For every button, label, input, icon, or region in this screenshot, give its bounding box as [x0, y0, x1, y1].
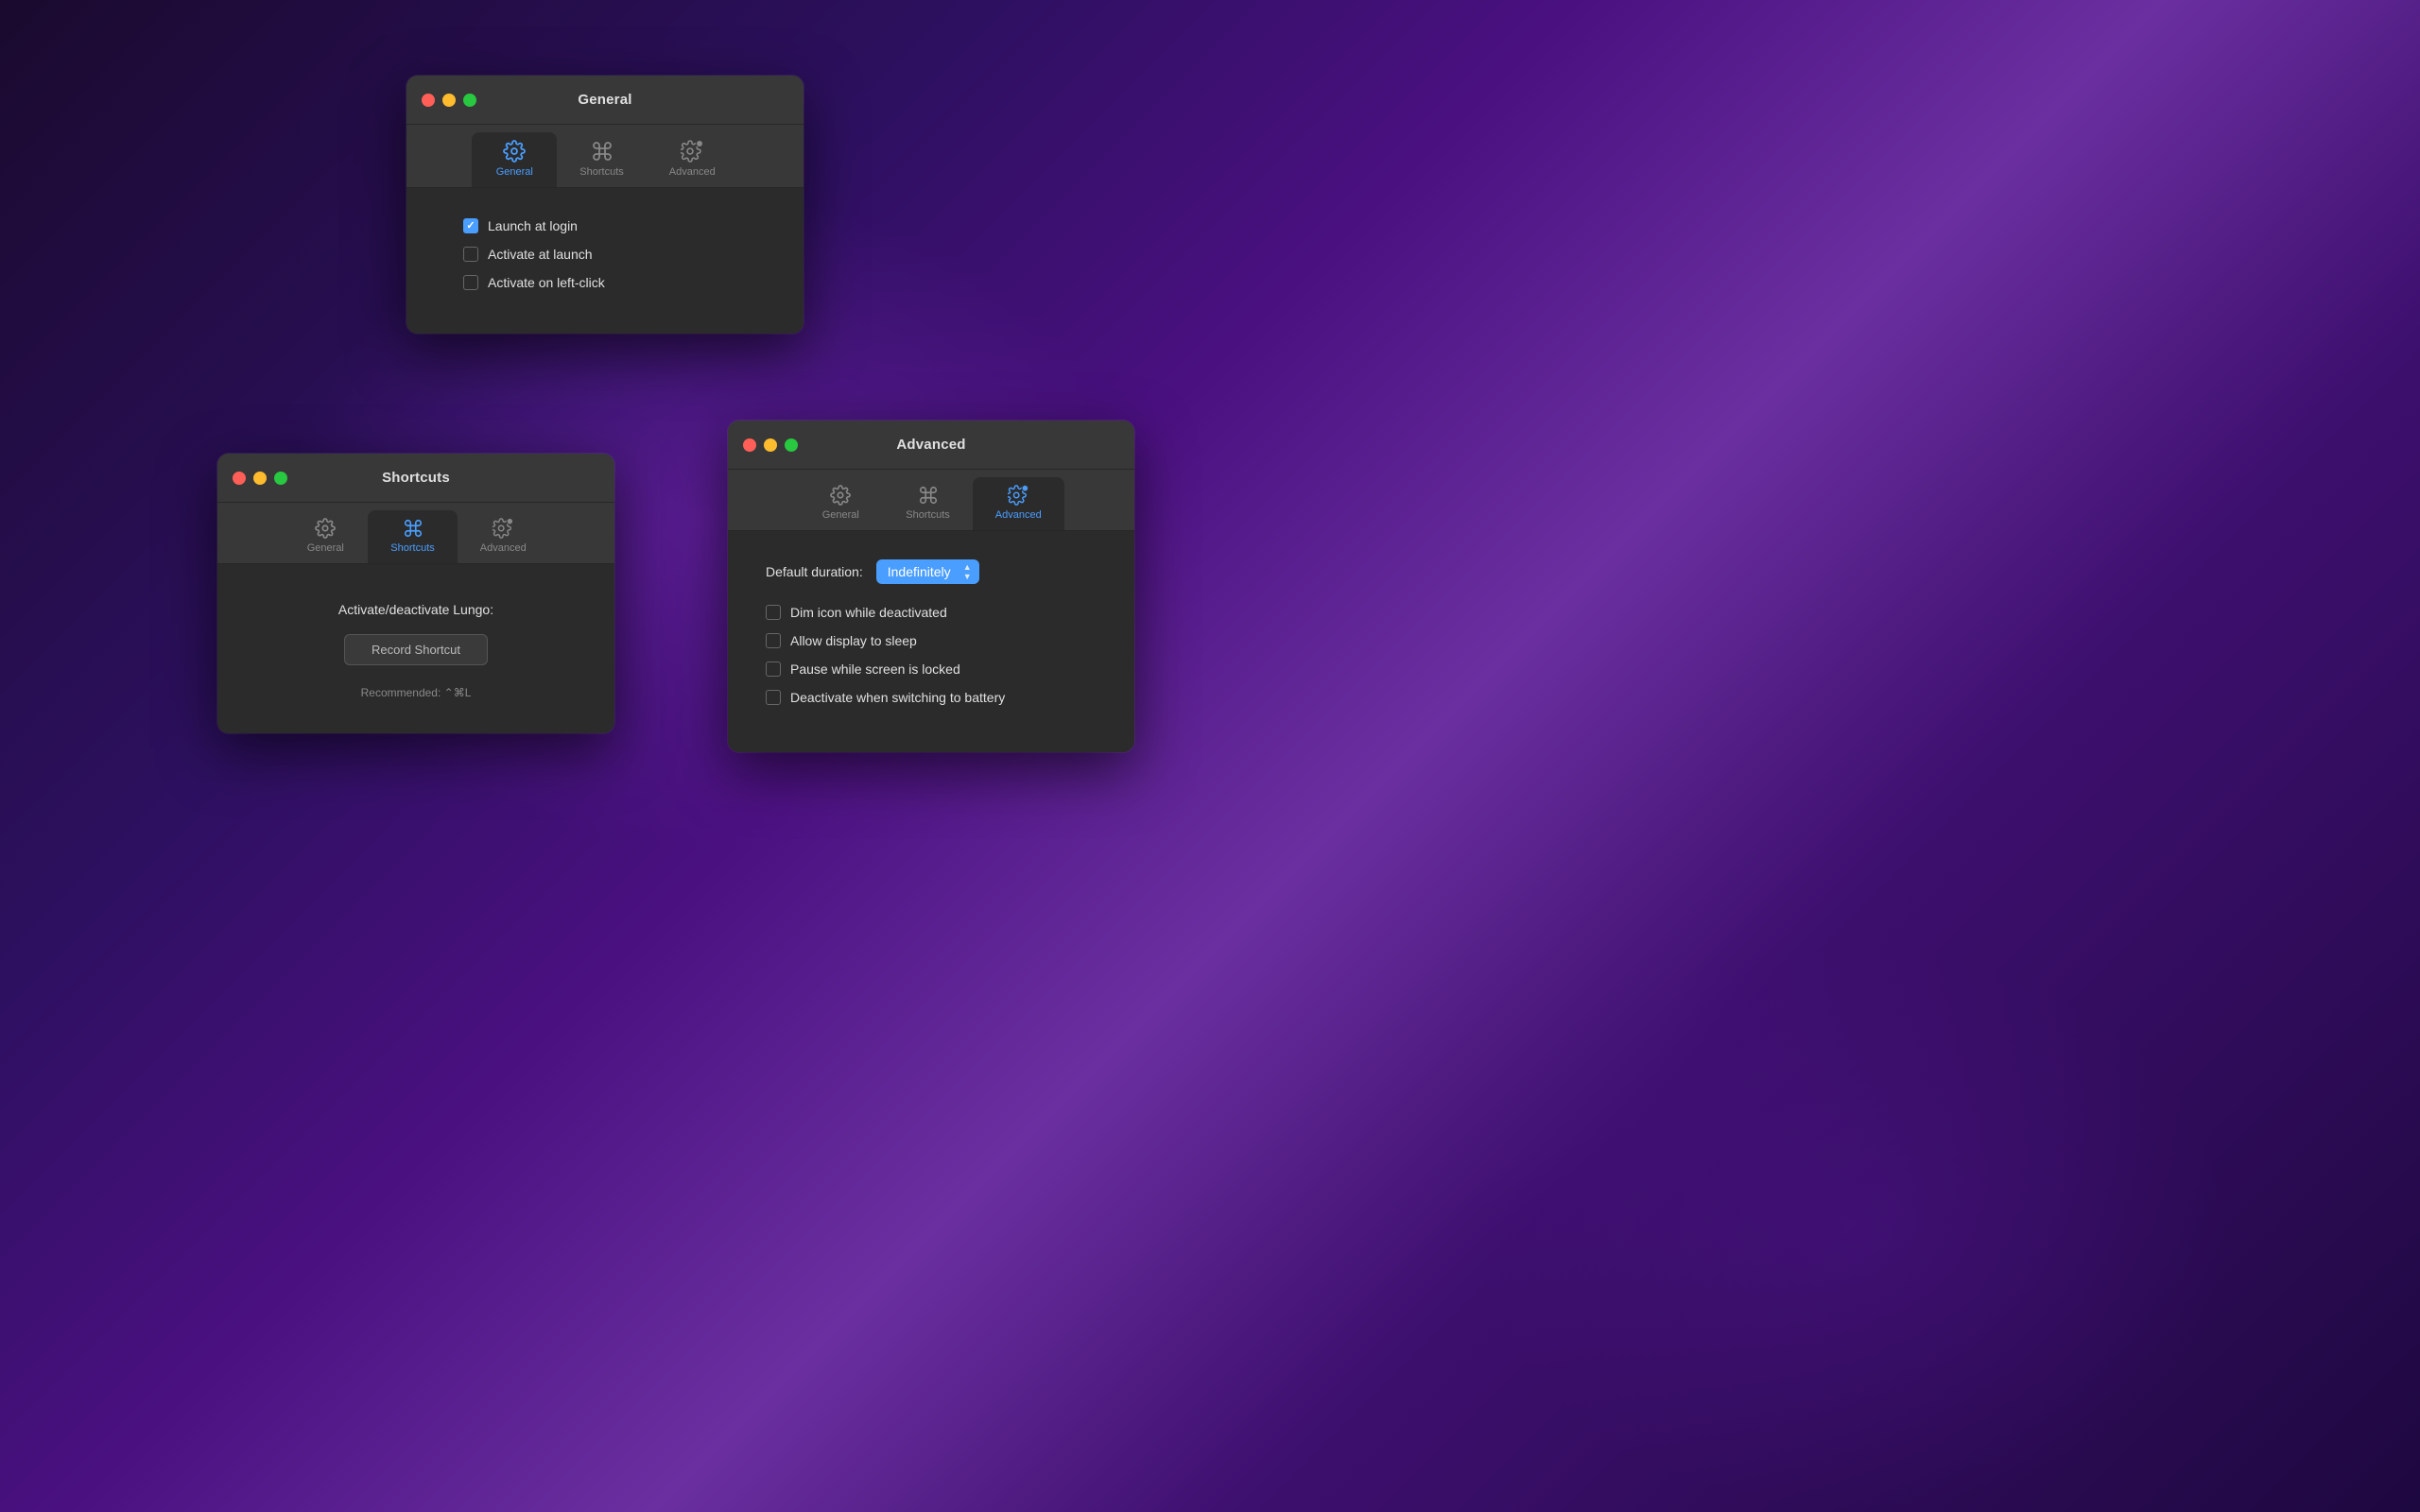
- duration-select[interactable]: Indefinitely ▲ ▼: [876, 559, 979, 584]
- activate-left-click-label: Activate on left-click: [488, 275, 605, 290]
- advanced-tab-bar: General Shortcuts Advanced: [728, 470, 1134, 531]
- close-button-shortcuts[interactable]: [233, 472, 246, 485]
- tab-general-advanced[interactable]: Advanced: [647, 132, 738, 187]
- command-icon-advanced: [918, 485, 939, 506]
- tab-shortcuts-general[interactable]: General: [283, 510, 368, 563]
- gear-icon-advanced: [830, 485, 851, 506]
- tab-general-shortcuts[interactable]: Shortcuts: [557, 132, 646, 187]
- deactivate-battery-label: Deactivate when switching to battery: [790, 690, 1005, 705]
- gear-icon-shortcuts: [315, 518, 336, 539]
- activate-left-click-checkbox[interactable]: [463, 275, 478, 290]
- activate-launch-label: Activate at launch: [488, 247, 593, 262]
- allow-sleep-label: Allow display to sleep: [790, 633, 917, 648]
- dim-icon-row: Dim icon while deactivated: [766, 605, 1097, 620]
- advanced-window-title: Advanced: [896, 437, 965, 453]
- tab-label-shortcuts-shortcuts: Shortcuts: [390, 542, 434, 554]
- maximize-button-advanced[interactable]: [785, 438, 798, 452]
- duration-row: Default duration: Indefinitely ▲ ▼: [766, 559, 1097, 584]
- command-icon-shortcuts: [403, 518, 424, 539]
- tab-label-advanced-general: General: [822, 509, 859, 521]
- traffic-lights-shortcuts: [233, 472, 287, 485]
- shortcuts-window: Shortcuts General Shortcuts: [217, 454, 614, 733]
- maximize-button-general[interactable]: [463, 94, 476, 107]
- launch-login-row: ✓ Launch at login: [463, 218, 747, 233]
- general-content: ✓ Launch at login Activate at launch Act…: [406, 188, 804, 334]
- traffic-lights-advanced: [743, 438, 798, 452]
- record-shortcut-button[interactable]: Record Shortcut: [344, 634, 488, 665]
- general-title-bar: General: [406, 76, 804, 125]
- maximize-button-shortcuts[interactable]: [274, 472, 287, 485]
- allow-sleep-checkbox[interactable]: [766, 633, 781, 648]
- shortcuts-window-title: Shortcuts: [382, 470, 450, 486]
- general-tab-bar: General Shortcuts Advanced: [406, 125, 804, 188]
- command-icon-general: [591, 140, 614, 163]
- allow-sleep-row: Allow display to sleep: [766, 633, 1097, 648]
- shortcuts-tab-bar: General Shortcuts Advanced: [217, 503, 614, 564]
- activate-launch-row: Activate at launch: [463, 247, 747, 262]
- general-window-title: General: [578, 92, 631, 108]
- tab-advanced-shortcuts[interactable]: Shortcuts: [883, 477, 972, 530]
- traffic-lights-general: [422, 94, 476, 107]
- tab-label-shortcuts-general: General: [307, 542, 344, 554]
- gear-badge-icon-general: [681, 140, 703, 163]
- dim-icon-label: Dim icon while deactivated: [790, 605, 947, 620]
- activate-label: Activate/deactivate Lungo:: [255, 602, 577, 617]
- shortcuts-title-bar: Shortcuts: [217, 454, 614, 503]
- select-arrows: ▲ ▼: [963, 563, 972, 581]
- pause-locked-label: Pause while screen is locked: [790, 662, 960, 677]
- deactivate-battery-row: Deactivate when switching to battery: [766, 690, 1097, 705]
- tab-shortcuts-shortcuts[interactable]: Shortcuts: [368, 510, 457, 563]
- minimize-button-advanced[interactable]: [764, 438, 777, 452]
- launch-login-checkbox[interactable]: ✓: [463, 218, 478, 233]
- chevron-down-icon: ▼: [963, 573, 972, 581]
- advanced-content: Default duration: Indefinitely ▲ ▼ Dim i…: [728, 531, 1134, 752]
- duration-select-wrapper[interactable]: Indefinitely ▲ ▼: [876, 559, 979, 584]
- tab-label-general-shortcuts: Shortcuts: [579, 166, 623, 178]
- tab-label-advanced-advanced: Advanced: [995, 509, 1042, 521]
- general-window: General General Shortcuts: [406, 76, 804, 334]
- activate-left-click-row: Activate on left-click: [463, 275, 747, 290]
- chevron-up-icon: ▲: [963, 563, 972, 572]
- pause-locked-checkbox[interactable]: [766, 662, 781, 677]
- tab-label-advanced-shortcuts: Shortcuts: [906, 509, 949, 521]
- close-button-advanced[interactable]: [743, 438, 756, 452]
- pause-locked-row: Pause while screen is locked: [766, 662, 1097, 677]
- duration-value: Indefinitely: [888, 564, 951, 579]
- tab-advanced-general[interactable]: General: [798, 477, 883, 530]
- advanced-title-bar: Advanced: [728, 421, 1134, 470]
- tab-advanced-advanced[interactable]: Advanced: [973, 477, 1064, 530]
- minimize-button-general[interactable]: [442, 94, 456, 107]
- dim-icon-checkbox[interactable]: [766, 605, 781, 620]
- tab-shortcuts-advanced[interactable]: Advanced: [458, 510, 549, 563]
- tab-general-general[interactable]: General: [472, 132, 557, 187]
- gear-icon-general: [503, 140, 526, 163]
- deactivate-battery-checkbox[interactable]: [766, 690, 781, 705]
- duration-label: Default duration:: [766, 564, 863, 579]
- tab-label-general-general: General: [496, 166, 533, 178]
- minimize-button-shortcuts[interactable]: [253, 472, 267, 485]
- launch-login-label: Launch at login: [488, 218, 578, 233]
- close-button-general[interactable]: [422, 94, 435, 107]
- gear-badge-icon-shortcuts: [493, 518, 513, 539]
- gear-badge-icon-advanced: [1008, 485, 1028, 506]
- recommended-text: Recommended: ⌃⌘L: [255, 686, 577, 699]
- advanced-window: Advanced General Shortcuts: [728, 421, 1134, 752]
- shortcuts-content: Activate/deactivate Lungo: Record Shortc…: [217, 564, 614, 733]
- tab-label-general-advanced: Advanced: [669, 166, 716, 178]
- activate-launch-checkbox[interactable]: [463, 247, 478, 262]
- tab-label-shortcuts-advanced: Advanced: [480, 542, 527, 554]
